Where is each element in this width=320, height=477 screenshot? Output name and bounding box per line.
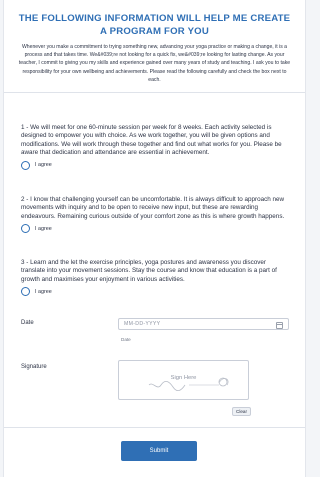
date-input[interactable]: MM-DD-YYYY <box>118 318 289 330</box>
agree-option-3[interactable]: I agree <box>21 287 290 297</box>
agree-label-2: I agree <box>35 225 52 232</box>
date-label: Date <box>21 320 34 326</box>
form-card: THE FOLLOWING INFORMATION WILL HELP ME C… <box>3 0 306 477</box>
submit-button[interactable]: Submit <box>121 441 197 461</box>
signature-label: Signature <box>21 364 47 370</box>
agree-radio-3[interactable] <box>21 287 30 297</box>
date-sublabel: Date <box>121 337 131 342</box>
header-divider <box>4 92 305 94</box>
clear-signature-button[interactable]: Clear <box>232 407 251 416</box>
agree-option-1[interactable]: I agree <box>21 160 290 170</box>
date-placeholder: MM-DD-YYYY <box>124 321 161 327</box>
agree-radio-1[interactable] <box>21 160 30 170</box>
agreement-text-1: 1 - We will meet for one 60-minute sessi… <box>21 124 282 157</box>
form-intro: Whenever you make a commitment to trying… <box>18 44 291 83</box>
form-title-line1: THE FOLLOWING INFORMATION WILL HELP ME C… <box>18 13 291 24</box>
signature-scribble-icon <box>148 377 229 391</box>
signature-pad[interactable]: Sign Here <box>118 360 249 400</box>
agree-radio-2[interactable] <box>21 224 30 234</box>
agreement-item-3: 3 - Learn and the let the exercise princ… <box>4 259 307 297</box>
agree-label-1: I agree <box>35 162 52 169</box>
agreement-item-2: 2 - I know that challenging yourself can… <box>4 196 307 234</box>
agreement-text-2: 2 - I know that challenging yourself can… <box>21 196 285 220</box>
agreement-item-1: 1 - We will meet for one 60-minute sessi… <box>4 124 307 170</box>
form-title: THE FOLLOWING INFORMATION WILL HELP ME C… <box>18 12 291 38</box>
agree-label-3: I agree <box>35 288 52 295</box>
form-title-line2: A PROGRAM FOR YOU <box>100 26 209 37</box>
calendar-icon[interactable] <box>276 322 283 329</box>
agree-option-2[interactable]: I agree <box>21 224 290 234</box>
footer-divider <box>4 427 305 428</box>
agreement-text-3: 3 - Learn and the let the exercise princ… <box>21 259 277 283</box>
form-header: THE FOLLOWING INFORMATION WILL HELP ME C… <box>4 0 305 84</box>
